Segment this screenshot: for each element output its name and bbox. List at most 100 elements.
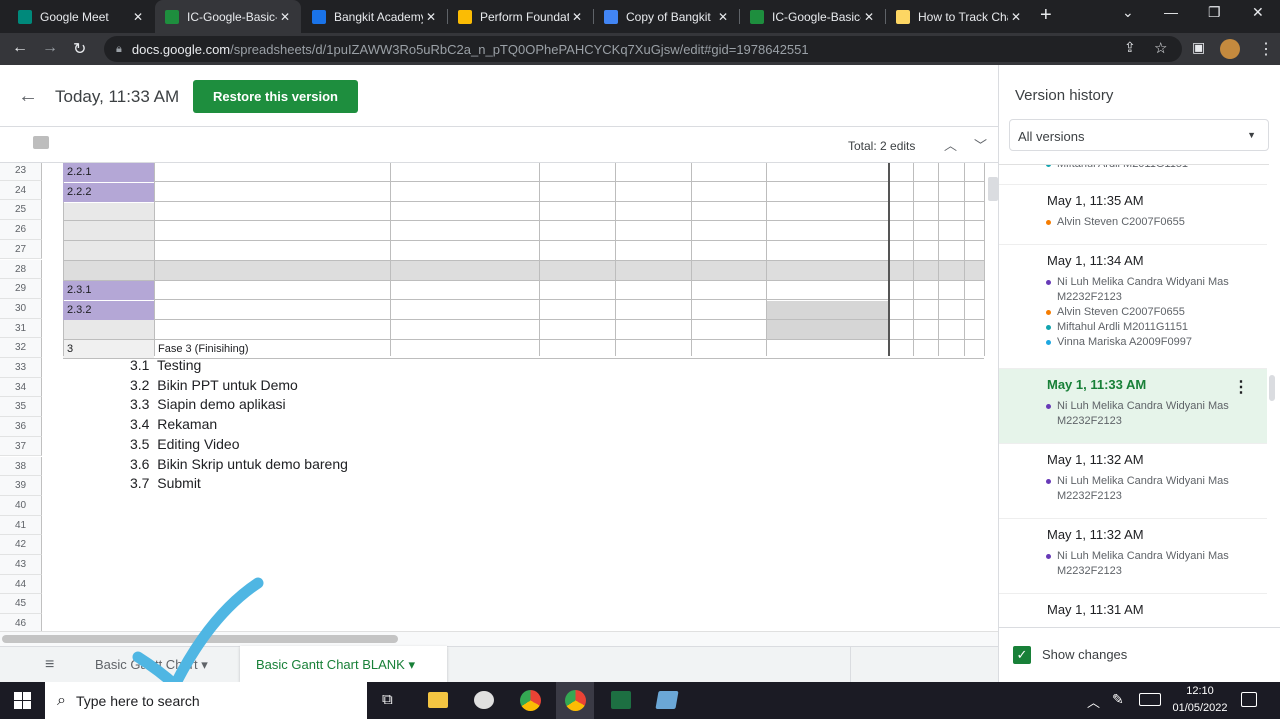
row-number[interactable]: 27 [0, 239, 42, 260]
row-number[interactable]: 44 [0, 574, 42, 595]
browser-tab[interactable]: IC-Google-Basic- ✕ [155, 0, 301, 33]
cell-2-2-1[interactable]: 2.2.1 [63, 163, 154, 182]
back-icon[interactable]: ← [12, 39, 28, 57]
notes-icon[interactable] [655, 691, 679, 709]
tab-search-icon[interactable]: ⌄ [1122, 4, 1134, 21]
forward-icon[interactable]: → [42, 39, 58, 57]
task-view-icon[interactable]: ⧉ [382, 691, 393, 708]
row-number[interactable]: 46 [0, 614, 42, 631]
task-item[interactable]: 3.6 Bikin Skrip untuk demo bareng [130, 455, 348, 475]
panel-scrollbar[interactable] [1269, 375, 1275, 401]
cell-2-3-1[interactable]: 2.3.1 [63, 281, 154, 300]
version-entry[interactable]: May 1, 11:31 AM [999, 594, 1267, 626]
task-item[interactable]: 3.3 Siapin demo aplikasi [130, 395, 286, 415]
version-editor: Vinna Mariska A2009F0997 [1046, 335, 1192, 350]
row-number[interactable]: 23 [0, 163, 42, 181]
excel-icon[interactable] [611, 691, 631, 709]
row-number[interactable]: 35 [0, 397, 42, 418]
row-number[interactable]: 29 [0, 279, 42, 299]
close-tab-icon[interactable]: ✕ [569, 10, 585, 24]
bookmark-star-icon[interactable]: ☆ [1154, 39, 1167, 57]
sheet-tab-blank[interactable]: Basic Gantt Chart BLANK ▾ [240, 646, 447, 682]
close-tab-icon[interactable]: ✕ [861, 10, 877, 24]
row-number[interactable]: 32 [0, 338, 42, 358]
task-item[interactable]: 3.4 Rekaman [130, 415, 217, 435]
chevron-up-icon[interactable]: ︿ [1087, 692, 1100, 711]
close-tab-icon[interactable]: ✕ [130, 10, 146, 24]
version-entry[interactable]: Miftahul Ardli M2011G1151 [999, 165, 1267, 185]
row-number[interactable]: 24 [0, 180, 42, 201]
row-number[interactable]: 30 [0, 298, 42, 319]
maximize-button[interactable]: ❐ [1208, 4, 1221, 21]
close-tab-icon[interactable]: ✕ [423, 10, 439, 24]
chrome-icon[interactable] [520, 690, 541, 711]
row-number[interactable]: 41 [0, 515, 42, 536]
tab-title: Google Meet [40, 9, 109, 24]
row-number[interactable]: 37 [0, 436, 42, 457]
task-item[interactable]: 3.5 Editing Video [130, 435, 240, 455]
row-number[interactable]: 39 [0, 476, 42, 496]
close-window-button[interactable]: ✕ [1252, 4, 1264, 21]
pen-icon[interactable]: ✎ [1112, 691, 1124, 708]
row-number[interactable]: 40 [0, 495, 42, 516]
clock-time[interactable]: 12:10 [1170, 685, 1230, 697]
next-edit-icon[interactable]: ﹀ [974, 135, 987, 154]
all-sheets-icon[interactable]: ≡ [45, 656, 54, 674]
row-number[interactable]: 33 [0, 358, 42, 378]
windows-start-icon[interactable] [14, 692, 31, 709]
version-more-icon[interactable]: ⋮ [1233, 377, 1249, 397]
row-number[interactable]: 42 [0, 535, 42, 555]
row-number[interactable]: 36 [0, 417, 42, 437]
row-number[interactable]: 38 [0, 456, 42, 477]
task-item[interactable]: 3.2 Bikin PPT untuk Demo [130, 376, 298, 396]
version-filter-select[interactable]: All versions ▼ [1009, 119, 1269, 151]
back-arrow-icon[interactable]: ← [18, 85, 38, 108]
browser-tab[interactable]: Perform Foundat ✕ [448, 0, 593, 33]
taskbar-search-box[interactable]: ⌕ Type here to search [45, 682, 367, 719]
version-entry[interactable]: May 1, 11:33 AM Ni Luh Melika Candra Widy… [999, 369, 1267, 444]
cell-2-2-2[interactable]: 2.2.2 [63, 183, 154, 202]
close-tab-icon[interactable]: ✕ [277, 10, 293, 24]
row-number[interactable]: 26 [0, 220, 42, 240]
browser-tab[interactable]: Copy of Bangkit ✕ [594, 0, 739, 33]
row-number[interactable]: 31 [0, 318, 42, 339]
version-entry[interactable]: May 1, 11:32 AM Ni Luh Melika Candra Widy… [999, 519, 1267, 594]
share-icon[interactable]: ⇪ [1124, 39, 1136, 56]
browser-tab[interactable]: Google Meet ✕ [8, 0, 154, 33]
version-entry[interactable]: May 1, 11:32 AM Ni Luh Melika Candra Widy… [999, 444, 1267, 519]
show-changes-checkbox[interactable]: ✓ [1013, 646, 1031, 664]
paint-icon[interactable] [474, 691, 494, 709]
chrome-active-icon[interactable] [565, 690, 586, 711]
file-explorer-icon[interactable] [428, 692, 448, 708]
task-item[interactable]: 3.1 Testing [130, 356, 201, 376]
reload-icon[interactable]: ↻ [73, 39, 86, 59]
notifications-icon[interactable] [1241, 692, 1257, 707]
cell-2-3-2[interactable]: 2.3.2 [63, 301, 154, 320]
profile-avatar[interactable] [1220, 39, 1240, 59]
sidepanel-icon[interactable]: ▣ [1192, 39, 1205, 56]
close-tab-icon[interactable]: ✕ [1008, 10, 1024, 24]
clock-date[interactable]: 01/05/2022 [1168, 702, 1232, 714]
close-tab-icon[interactable]: ✕ [715, 10, 731, 24]
new-tab-button[interactable]: + [1040, 4, 1052, 27]
vertical-scrollbar[interactable] [988, 177, 998, 201]
browser-tab[interactable]: IC-Google-Basic- ✕ [740, 0, 885, 33]
version-entry[interactable]: May 1, 11:35 AM Alvin Steven C2007F0655 [999, 185, 1267, 245]
row-number[interactable]: 43 [0, 555, 42, 575]
keyboard-icon[interactable] [1139, 693, 1161, 706]
address-bar[interactable]: 🔒︎ docs.google.com/spreadsheets/d/1puIZA… [104, 36, 1182, 62]
row-number[interactable]: 34 [0, 377, 42, 398]
browser-tab[interactable]: Bangkit Academy ✕ [302, 0, 447, 33]
restore-version-button[interactable]: Restore this version [193, 80, 358, 113]
print-icon[interactable] [33, 136, 49, 149]
menu-icon[interactable]: ⋮ [1258, 39, 1274, 59]
version-entry[interactable]: May 1, 11:34 AM Ni Luh Melika Candra Widy… [999, 245, 1267, 369]
minimize-button[interactable]: — [1164, 4, 1178, 20]
spreadsheet-grid[interactable]: 23 24 25 26 27 28 29 30 31 32 33 34 35 36 37 38 39 40 41 42… [0, 163, 998, 631]
row-number[interactable]: 25 [0, 200, 42, 221]
row-number[interactable]: 28 [0, 259, 42, 280]
row-number[interactable]: 45 [0, 594, 42, 615]
task-item[interactable]: 3.7 Submit [130, 474, 201, 494]
browser-tab[interactable]: How to Track Cha ✕ [886, 0, 1032, 33]
prev-edit-icon[interactable]: ︿ [944, 135, 957, 154]
